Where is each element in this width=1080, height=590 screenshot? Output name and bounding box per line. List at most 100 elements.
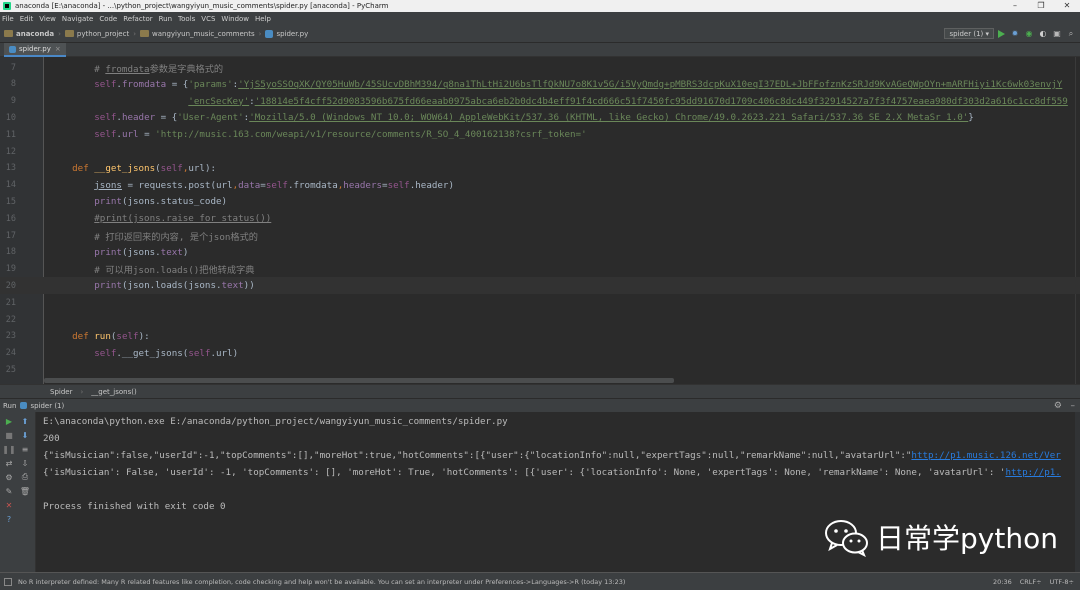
breadcrumb-class[interactable]: Spider bbox=[50, 388, 72, 396]
breadcrumb-subfolder[interactable]: wangyiyun_music_comments › bbox=[140, 30, 261, 38]
profile-icon[interactable]: ◐ bbox=[1038, 29, 1048, 39]
dump-threads-icon[interactable]: ⇄ bbox=[4, 458, 14, 468]
menu-tools[interactable]: Tools bbox=[178, 15, 195, 23]
code-line[interactable]: 23 def run(self): bbox=[0, 328, 1080, 345]
line-separator[interactable]: CRLF÷ bbox=[1020, 578, 1042, 586]
hide-icon[interactable]: – bbox=[1071, 401, 1076, 411]
code-line[interactable]: 16 #print(jsons.raise_for_status()) bbox=[0, 210, 1080, 227]
code-line[interactable]: 20 print(json.loads(jsons.text)) bbox=[0, 277, 1080, 295]
code-text: self.fromdata = {'params':'YjS5yoSSOqXK/… bbox=[50, 78, 1063, 90]
menu-vcs[interactable]: VCS bbox=[201, 15, 215, 23]
code-line[interactable]: 14 jsons = requests.post(url,data=self.f… bbox=[0, 177, 1080, 194]
search-icon[interactable]: ⌕ bbox=[1066, 29, 1076, 39]
menu-file[interactable]: File bbox=[2, 15, 14, 23]
output-status-code: 200 bbox=[43, 433, 60, 444]
pycharm-logo-icon bbox=[3, 2, 11, 10]
output-command-line: E:\anaconda\python.exe E:/anaconda/pytho… bbox=[43, 416, 508, 427]
settings-icon[interactable]: ⚙ bbox=[4, 472, 14, 482]
output-json-dict: {'isMusician': False, 'userId': -1, 'top… bbox=[43, 467, 1061, 478]
breadcrumb-method[interactable]: __get_jsons() bbox=[91, 388, 136, 396]
horizontal-scrollbar[interactable] bbox=[44, 378, 674, 383]
file-encoding[interactable]: UTF-8÷ bbox=[1050, 578, 1074, 586]
code-text: # fromdata参数是字典格式的 bbox=[50, 63, 224, 75]
scroll-end-icon[interactable]: ⇩ bbox=[20, 458, 30, 468]
run-toolbar: ▶ ⬆ ■ ⬇ ❚❚ ≡ ⇄ ⇩ ⚙ ⎙ ✎ 🗑 ✕ ? bbox=[0, 412, 36, 572]
output-json-text: {"isMusician":false,"userId":-1,"topComm… bbox=[43, 450, 1061, 461]
scroll-down-icon[interactable]: ⬇ bbox=[20, 430, 30, 440]
code-line[interactable]: 17 # 打印返回来的内容, 是个json格式的 bbox=[0, 227, 1080, 244]
line-number: 21 bbox=[5, 297, 16, 308]
menu-navigate[interactable]: Navigate bbox=[62, 15, 93, 23]
stop-icon[interactable]: ■ bbox=[4, 430, 14, 440]
breadcrumb-file[interactable]: spider.py bbox=[265, 29, 308, 38]
status-message[interactable]: No R interpreter defined: Many R related… bbox=[18, 578, 625, 586]
close-button[interactable]: ✕ bbox=[1054, 0, 1080, 12]
code-line[interactable]: 8 self.fromdata = {'params':'YjS5yoSSOqX… bbox=[0, 76, 1080, 93]
code-line[interactable]: 9 'encSecKey':'18814e5f4cff52d9083596b67… bbox=[0, 93, 1080, 110]
wechat-watermark: 日常学python bbox=[822, 517, 1058, 557]
code-line[interactable]: 18 print(jsons.text) bbox=[0, 244, 1080, 261]
scroll-up-icon[interactable]: ⬆ bbox=[20, 416, 30, 426]
debug-icon[interactable]: ✹ bbox=[1010, 29, 1020, 39]
code-line[interactable]: 15 print(jsons.status_code) bbox=[0, 193, 1080, 210]
minimize-button[interactable]: – bbox=[1002, 0, 1028, 12]
menu-window[interactable]: Window bbox=[221, 15, 249, 23]
vcs-icon[interactable]: ▣ bbox=[1052, 29, 1062, 39]
menu-bar: File Edit View Navigate Code Refactor Ru… bbox=[0, 12, 1080, 25]
menu-view[interactable]: View bbox=[39, 15, 56, 23]
run-config-tab[interactable]: spider (1) bbox=[30, 402, 64, 410]
code-text: # 可以用json.loads()把他转成字典 bbox=[50, 265, 255, 277]
code-line[interactable]: 13 def __get_jsons(self,url): bbox=[0, 160, 1080, 177]
code-text: #print(jsons.raise_for_status()) bbox=[94, 213, 272, 225]
run-icon[interactable] bbox=[998, 29, 1005, 38]
menu-refactor[interactable]: Refactor bbox=[123, 15, 152, 23]
code-line[interactable]: 24 self.__get_jsons(self.url) bbox=[0, 345, 1080, 362]
pause-icon[interactable]: ❚❚ bbox=[2, 444, 15, 454]
line-number: 19 bbox=[5, 264, 16, 275]
soft-wrap-icon[interactable]: ≡ bbox=[20, 444, 30, 454]
clear-icon[interactable]: 🗑 bbox=[20, 486, 30, 496]
breadcrumb-folder[interactable]: python_project › bbox=[64, 30, 136, 38]
code-line[interactable]: 10 self.header = {'User-Agent':'Mozilla/… bbox=[0, 109, 1080, 126]
maximize-button[interactable]: ❐ bbox=[1028, 0, 1054, 12]
line-number: 11 bbox=[5, 129, 16, 140]
cursor-position[interactable]: 20:36 bbox=[993, 578, 1012, 586]
menu-code[interactable]: Code bbox=[99, 15, 117, 23]
code-line[interactable]: 21 bbox=[0, 294, 1080, 311]
navigation-bar: anaconda › python_project › wangyiyun_musi… bbox=[0, 25, 1080, 43]
menu-help[interactable]: Help bbox=[255, 15, 271, 23]
code-line[interactable]: 25 bbox=[0, 361, 1080, 378]
code-text: def run(self): bbox=[50, 330, 150, 342]
code-editor[interactable]: 7 # fromdata参数是字典格式的 8 self.fromdata = {'… bbox=[0, 57, 1080, 384]
code-line[interactable]: 11 self.url = 'http://music.163.com/weap… bbox=[0, 126, 1080, 143]
tool-windows-icon[interactable] bbox=[4, 577, 12, 586]
run-label: Run bbox=[3, 401, 17, 410]
run-config-select[interactable]: spider (1) ▾ bbox=[944, 28, 994, 39]
coverage-icon[interactable]: ◉ bbox=[1024, 29, 1034, 39]
tab-spider-py[interactable]: spider.py × bbox=[4, 43, 66, 57]
code-line[interactable]: 12 bbox=[0, 143, 1080, 160]
menu-run[interactable]: Run bbox=[159, 15, 172, 23]
code-line[interactable]: 22 bbox=[0, 311, 1080, 328]
line-number: 18 bbox=[5, 247, 16, 258]
window-title: anaconda [E:\anaconda] - ...\python_proj… bbox=[15, 2, 389, 10]
breadcrumb-project[interactable]: anaconda › bbox=[4, 30, 61, 38]
close-tab-icon[interactable]: × bbox=[55, 45, 61, 53]
close-icon[interactable]: ✕ bbox=[4, 500, 14, 510]
status-bar: No R interpreter defined: Many R related… bbox=[0, 572, 1080, 590]
rerun-icon[interactable]: ▶ bbox=[4, 416, 14, 426]
code-line[interactable]: 7 # fromdata参数是字典格式的 bbox=[0, 59, 1080, 76]
vertical-scrollbar[interactable] bbox=[1075, 412, 1080, 572]
code-text: self.__get_jsons(self.url) bbox=[50, 347, 239, 359]
gear-icon[interactable]: ⚙ bbox=[1054, 401, 1062, 411]
print-icon[interactable]: ⎙ bbox=[20, 472, 30, 482]
line-number: 20 bbox=[5, 280, 16, 291]
help-icon[interactable]: ? bbox=[4, 514, 14, 524]
pin-icon[interactable]: ✎ bbox=[4, 486, 14, 496]
output-link[interactable]: http://p1. bbox=[1005, 467, 1060, 478]
menu-edit[interactable]: Edit bbox=[20, 15, 34, 23]
code-line[interactable]: 19 # 可以用json.loads()把他转成字典 bbox=[0, 261, 1080, 278]
line-number: 8 bbox=[10, 79, 16, 90]
structure-breadcrumb: Spider › __get_jsons() bbox=[0, 384, 1080, 398]
output-link[interactable]: http://p1.music.126.net/Ver bbox=[911, 450, 1060, 461]
